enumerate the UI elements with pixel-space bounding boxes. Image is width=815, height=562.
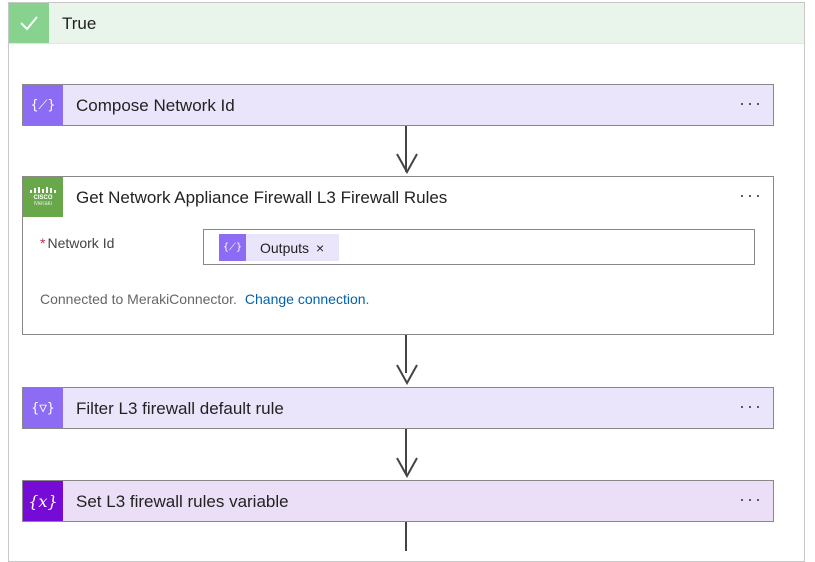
- action-title: Set L3 firewall rules variable: [76, 492, 289, 511]
- more-options-button[interactable]: ···: [739, 489, 763, 510]
- compose-icon: {⟋}: [23, 85, 63, 125]
- true-branch-header[interactable]: True: [9, 3, 804, 44]
- action-get-firewall-rules[interactable]: CISCO Meraki Get Network Appliance Firew…: [22, 176, 774, 335]
- arrow-down-icon: [396, 364, 418, 385]
- action-compose-network-id[interactable]: {⟋} Compose Network Id ···: [22, 84, 774, 126]
- more-options-button[interactable]: ···: [739, 93, 763, 114]
- filter-icon: {▽}: [23, 388, 63, 428]
- required-marker: *: [40, 235, 46, 251]
- more-options-button[interactable]: ···: [739, 185, 763, 206]
- connector-line: [405, 522, 407, 551]
- connection-info: Connected to MerakiConnector. Change conn…: [40, 291, 369, 307]
- action-title: Get Network Appliance Firewall L3 Firewa…: [76, 188, 448, 207]
- outputs-token[interactable]: {⟋} Outputs ×: [219, 234, 339, 261]
- cisco-meraki-logo: CISCO Meraki: [23, 177, 63, 217]
- compose-icon: {⟋}: [219, 234, 246, 261]
- token-label: Outputs: [260, 239, 310, 256]
- network-id-field[interactable]: {⟋} Outputs ×: [203, 229, 755, 265]
- variable-icon: {x}: [23, 481, 63, 521]
- action-filter-default-rule[interactable]: {▽} Filter L3 firewall default rule ···: [22, 387, 774, 429]
- connection-text: Connected to MerakiConnector.: [40, 291, 237, 307]
- check-icon: [9, 3, 49, 43]
- connection-suffix: .: [365, 291, 370, 307]
- arrow-down-icon: [396, 457, 418, 478]
- change-connection-link[interactable]: Change connection: [245, 291, 366, 307]
- action-title: Filter L3 firewall default rule: [76, 399, 284, 418]
- more-options-button[interactable]: ···: [739, 396, 763, 417]
- arrow-down-icon: [396, 153, 418, 174]
- action-title: Compose Network Id: [76, 96, 235, 115]
- branch-title: True: [62, 14, 97, 33]
- remove-token-icon[interactable]: ×: [316, 240, 324, 256]
- action-set-variable[interactable]: {x} Set L3 firewall rules variable ···: [22, 480, 774, 522]
- network-id-label: * Network Id: [40, 235, 115, 251]
